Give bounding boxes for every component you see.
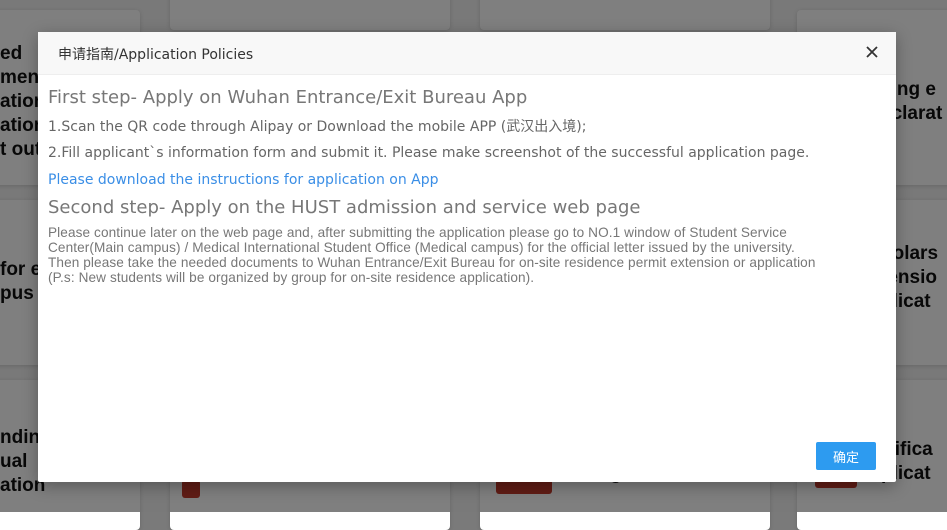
step2-line: Center(Main campus) / Medical Internatio… (48, 240, 795, 255)
dialog-title: 申请指南/Application Policies (58, 47, 254, 63)
confirm-button[interactable]: 确定 (816, 442, 876, 470)
application-policies-dialog: 申请指南/Application Policies First step- Ap… (38, 32, 896, 482)
step2-text: Please continue later on the web page an… (48, 225, 890, 285)
step1-heading: First step- Apply on Wuhan Entrance/Exit… (48, 87, 528, 108)
dialog-header: 申请指南/Application Policies (38, 32, 896, 75)
step2-heading: Second step- Apply on the HUST admission… (48, 197, 641, 218)
close-icon (866, 46, 878, 58)
step1-line1: 1.Scan the QR code through Alipay or Dow… (48, 119, 587, 135)
step2-line: (P.s: New students will be organized by … (48, 270, 535, 285)
download-instructions-link[interactable]: Please download the instructions for app… (48, 172, 890, 188)
step1-line2: 2.Fill applicant`s information form and … (48, 145, 810, 161)
close-button[interactable] (862, 42, 882, 62)
step2-line: Then please take the needed documents to… (48, 255, 816, 270)
dialog-body: First step- Apply on Wuhan Entrance/Exit… (48, 86, 890, 285)
step2-line: Please continue later on the web page an… (48, 225, 787, 240)
